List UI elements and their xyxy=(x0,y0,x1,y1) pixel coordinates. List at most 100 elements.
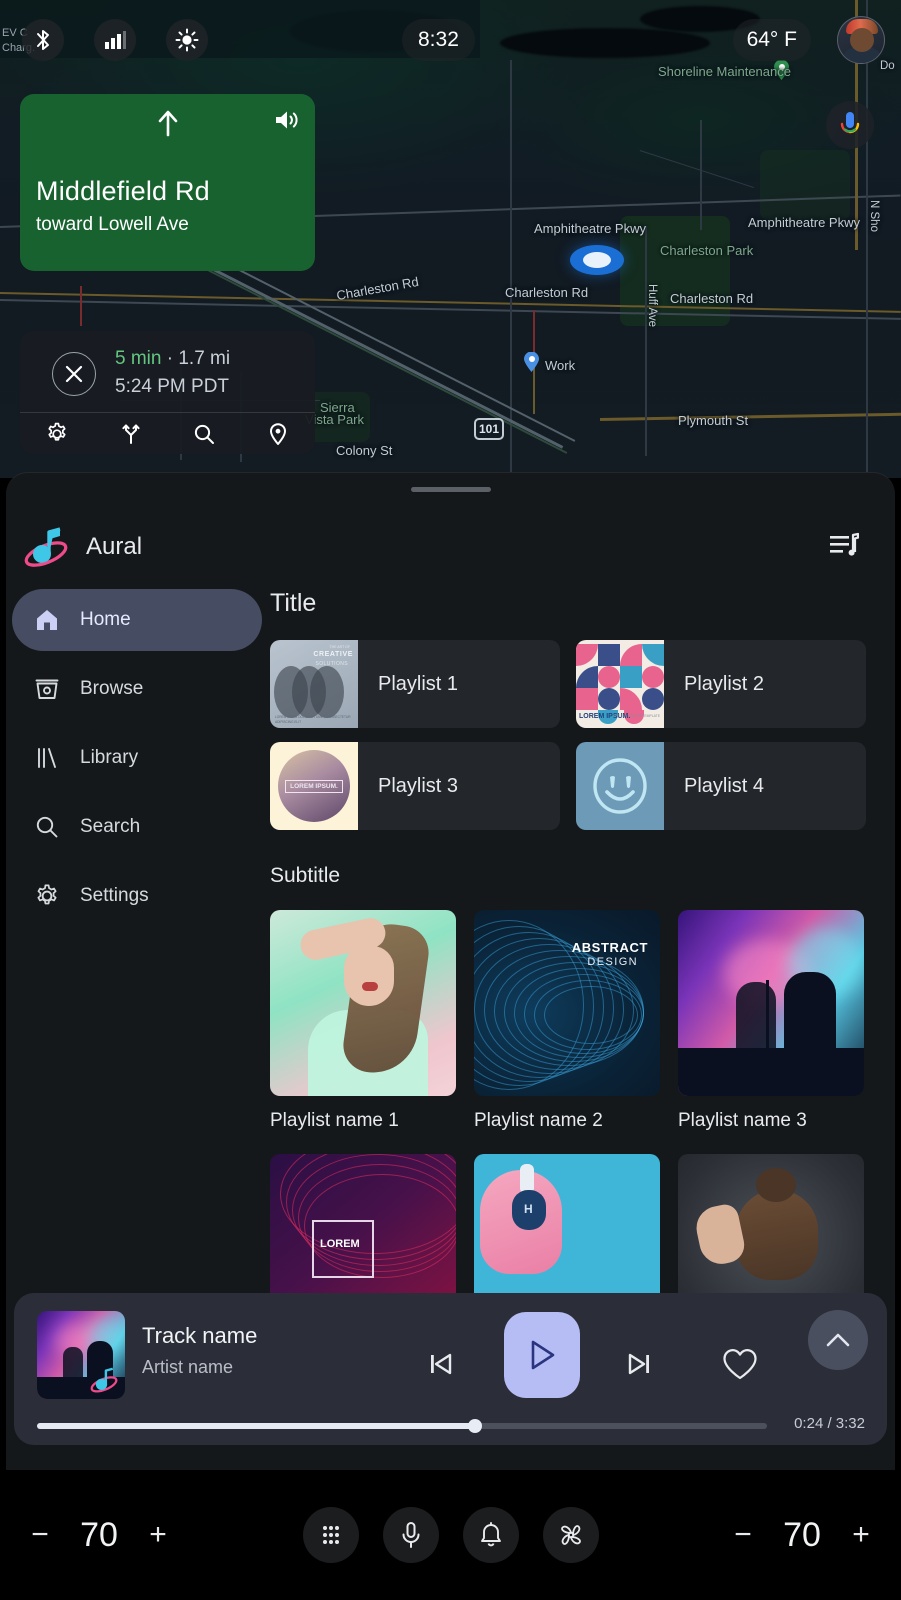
like-button[interactable] xyxy=(722,1347,758,1381)
playlist-card[interactable]: LOREM IPSUM. EPS 10 | VECTOR TEMPLATE Pl… xyxy=(576,640,866,728)
section-title: Title xyxy=(270,589,317,617)
app-title: Aural xyxy=(86,533,143,560)
avatar[interactable] xyxy=(837,16,885,64)
sidebar-item-label: Settings xyxy=(80,885,149,906)
playback-time: 0:24 / 3:32 xyxy=(794,1415,865,1432)
sidebar-item-home[interactable]: Home xyxy=(12,589,262,651)
signal-strength-button[interactable] xyxy=(94,19,136,61)
big-playlist-card[interactable]: ABSTRACT DESIGN Playlist name 2 xyxy=(474,910,660,1132)
highway-101-shield: 101 xyxy=(474,418,504,440)
section-subtitle: Subtitle xyxy=(270,864,341,887)
map-label-charleston-park-1: Charleston Park xyxy=(660,243,754,258)
apps-grid-icon xyxy=(322,1526,339,1544)
navigation-instruction-card[interactable]: Middlefield Rd toward Lowell Ave xyxy=(20,94,315,271)
brightness-icon xyxy=(175,28,199,52)
bell-icon xyxy=(480,1521,501,1546)
passenger-temperature-control: − 70 + xyxy=(721,1516,883,1555)
current-location-marker xyxy=(570,245,624,275)
gradient-circle-cover: LOREM IPSUM. xyxy=(270,742,358,830)
sidebar-item-label: Search xyxy=(80,816,141,837)
google-assistant-button[interactable] xyxy=(826,101,874,149)
location-pin-icon xyxy=(270,422,287,445)
passenger-temp-decrease-button[interactable]: − xyxy=(721,1518,765,1552)
playlist-card[interactable]: THE ART OF CREATIVE SOLUTIONS LOREM IPSU… xyxy=(270,640,560,728)
clock: 8:32 xyxy=(402,19,475,61)
nav-routes-button[interactable] xyxy=(94,422,168,446)
apps-grid-button[interactable] xyxy=(302,1507,359,1563)
end-navigation-button[interactable] xyxy=(52,352,96,396)
art-text-main: CREATIVE xyxy=(313,651,353,658)
expand-player-button[interactable] xyxy=(808,1310,868,1370)
playlist-card[interactable]: LOREM IPSUM. Playlist 3 xyxy=(270,742,560,830)
playlist-card[interactable]: Playlist 4 xyxy=(576,742,866,830)
smiley-face-cover xyxy=(576,742,664,830)
search-icon xyxy=(195,424,215,444)
concert-stage-cover xyxy=(678,910,864,1096)
google-assistant-mic-icon xyxy=(840,112,860,134)
sidebar-item-library[interactable]: Library xyxy=(12,727,262,789)
previous-track-button[interactable] xyxy=(426,1349,456,1379)
map-label-charleston-rd-3: Charleston Rd xyxy=(670,291,754,306)
smiley-icon xyxy=(593,758,647,814)
map-label-colony-st: Colony St xyxy=(336,443,393,458)
voice-assistant-button[interactable] xyxy=(382,1507,439,1563)
bluetooth-icon xyxy=(37,30,49,50)
now-playing-bar: Track name Artist name 0:24 / 3:32 xyxy=(14,1293,887,1445)
status-bar: EV C Charg. 8:32 64° F xyxy=(0,0,901,80)
art-text-main: ABSTRACT xyxy=(571,940,648,955)
passenger-temp-value: 70 xyxy=(783,1515,821,1554)
sidebar-item-label: Home xyxy=(80,609,131,630)
geometric-pattern-cover: LOREM IPSUM. EPS 10 | VECTOR TEMPLATE xyxy=(576,640,664,728)
playlist-name: Playlist 4 xyxy=(684,774,765,797)
app-sidebar: Home Browse Library Search Settings xyxy=(12,589,262,934)
skip-previous-icon xyxy=(431,1353,452,1375)
panel-drag-handle[interactable] xyxy=(410,487,491,492)
play-button[interactable] xyxy=(504,1312,580,1398)
abstract-design-cover: ABSTRACT DESIGN xyxy=(474,910,660,1096)
brightness-button[interactable] xyxy=(166,19,208,61)
playlist-name: Playlist 2 xyxy=(684,672,765,695)
next-track-button[interactable] xyxy=(624,1349,654,1379)
sidebar-item-search[interactable]: Search xyxy=(12,796,262,858)
art-text-foot: LOREM IPSUM DOLOR SIT AMET, CONSECTETUR … xyxy=(275,715,351,724)
progress-knob[interactable] xyxy=(468,1419,482,1433)
map-label-amphitheatre-2: Amphitheatre Pkwy xyxy=(748,215,860,230)
heart-outline-icon xyxy=(723,1349,757,1380)
passenger-temp-increase-button[interactable]: + xyxy=(839,1518,883,1552)
climate-fan-button[interactable] xyxy=(542,1507,599,1563)
driver-temp-value: 70 xyxy=(80,1515,118,1554)
skip-next-icon xyxy=(628,1353,649,1375)
next-street-name: Middlefield Rd xyxy=(36,176,210,206)
driver-temp-increase-button[interactable]: + xyxy=(136,1518,180,1552)
routes-icon xyxy=(122,423,140,444)
eta-separator: · xyxy=(161,348,179,369)
playlist-name: Playlist 1 xyxy=(378,672,459,695)
close-icon xyxy=(65,365,83,383)
queue-button[interactable] xyxy=(829,531,859,559)
car-head-unit-screen: Shoreline Maintenance Amphitheatre Pkwy … xyxy=(0,0,901,1600)
big-playlist-card[interactable]: Playlist name 3 xyxy=(678,910,864,1132)
aural-music-note-logo xyxy=(22,523,70,571)
home-icon xyxy=(34,607,68,633)
work-destination-pin[interactable] xyxy=(524,352,539,372)
volume-on-button[interactable] xyxy=(274,108,300,132)
nav-search-button[interactable] xyxy=(168,422,242,446)
big-playlist-card[interactable]: Playlist name 1 xyxy=(270,910,456,1132)
now-playing-album-art[interactable] xyxy=(37,1311,125,1399)
driver-temp-decrease-button[interactable]: − xyxy=(18,1518,62,1552)
sidebar-item-browse[interactable]: Browse xyxy=(12,658,262,720)
nav-location-button[interactable] xyxy=(241,422,315,446)
playlist-name: Playlist 3 xyxy=(378,774,459,797)
art-text-main: H xyxy=(524,1202,533,1216)
bluetooth-button[interactable] xyxy=(22,19,64,61)
navigation-action-row xyxy=(20,413,315,454)
sidebar-item-settings[interactable]: Settings xyxy=(12,865,262,927)
notifications-button[interactable] xyxy=(462,1507,519,1563)
nav-settings-button[interactable] xyxy=(20,422,94,446)
art-text-sub: EPS 10 | VECTOR TEMPLATE xyxy=(613,714,660,718)
browse-icon xyxy=(34,676,68,702)
big-playlist-grid-row1: Playlist name 1 ABSTRACT DESIGN Playlist… xyxy=(270,910,890,1132)
playback-progress-slider[interactable] xyxy=(37,1419,767,1433)
eta-line: 5 min · 1.7 mi xyxy=(115,348,230,370)
arrival-time: 5:24 PM PDT xyxy=(115,376,230,397)
